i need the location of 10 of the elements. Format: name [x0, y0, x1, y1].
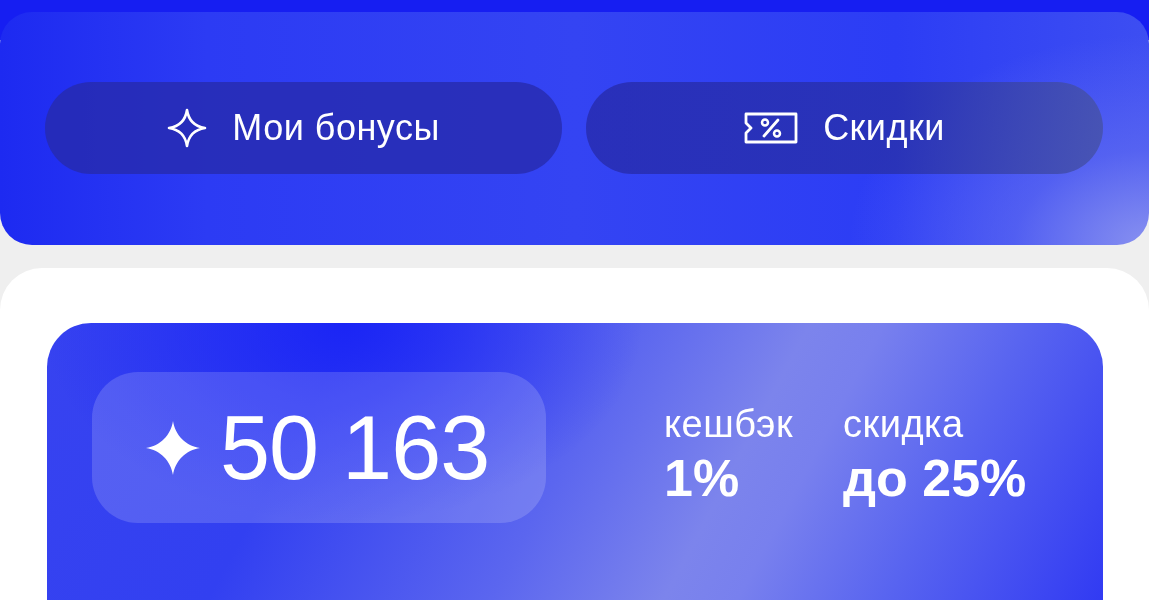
discounts-button[interactable]: Скидки [586, 82, 1103, 174]
stat-label: скидка [843, 404, 964, 446]
stat-label: кешбэк [664, 404, 794, 446]
sparkle-icon [167, 108, 208, 148]
discount-ticket-icon [744, 112, 799, 144]
stat-value: до 25% [843, 449, 1027, 507]
bonuses-button[interactable]: Мои бонусы [45, 82, 562, 174]
bonus-balance: 50 163 [220, 402, 490, 493]
sparkle-icon [146, 420, 200, 475]
stat-value: 1% [664, 449, 740, 507]
